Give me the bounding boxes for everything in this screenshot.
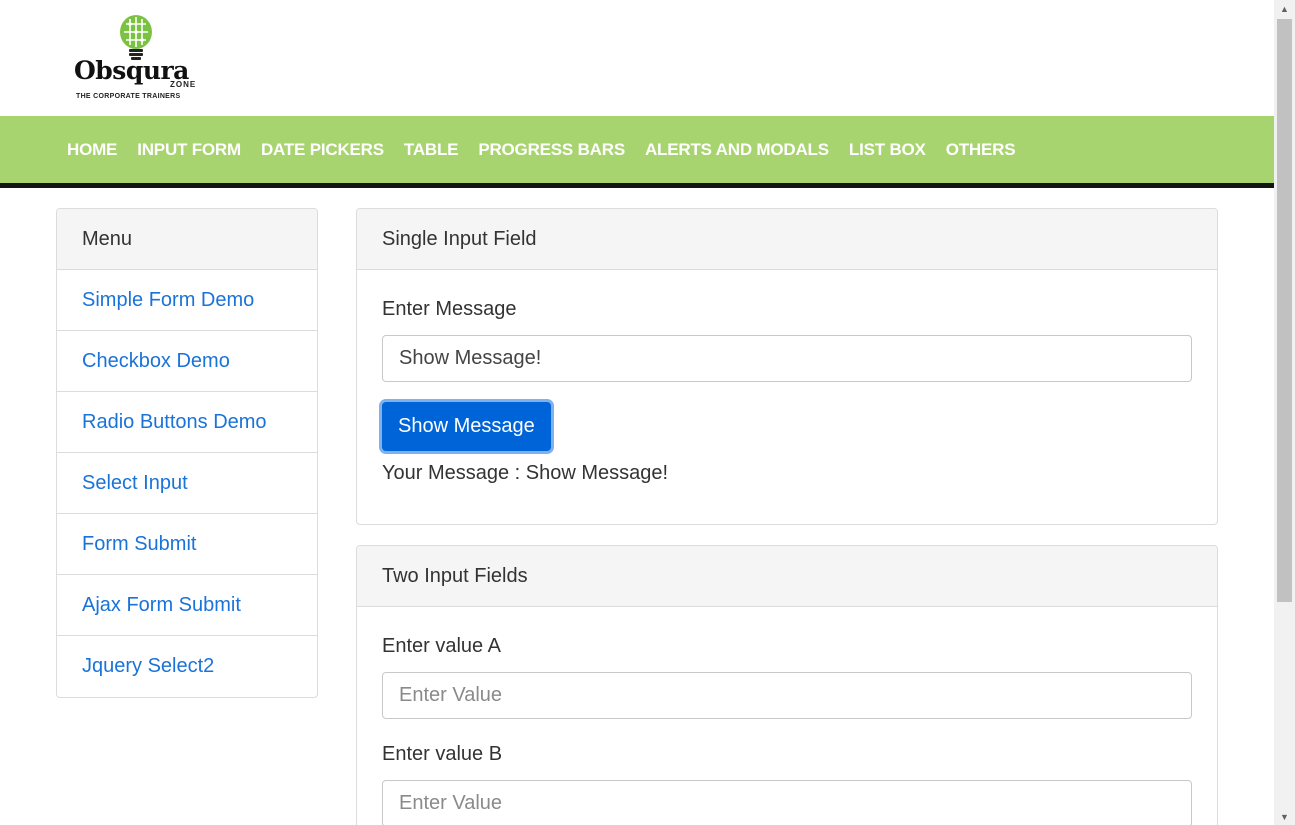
sidebar-item-simple-form-demo[interactable]: Simple Form Demo — [57, 270, 317, 331]
vertical-scrollbar[interactable]: ▲ ▼ — [1274, 0, 1295, 825]
logo-tagline: THE CORPORATE TRAINERS — [76, 93, 181, 100]
nav-date-pickers[interactable]: DATE PICKERS — [251, 140, 394, 160]
value-b-input[interactable] — [382, 780, 1192, 825]
value-a-label: Enter value A — [382, 635, 501, 657]
sidebar-item-radio-buttons-demo[interactable]: Radio Buttons Demo — [57, 392, 317, 453]
value-a-input[interactable] — [382, 672, 1192, 719]
logo-zone: ZONE — [170, 80, 197, 89]
scrollbar-thumb[interactable] — [1277, 19, 1292, 602]
sidebar-item-checkbox-demo[interactable]: Checkbox Demo — [57, 331, 317, 392]
show-message-button[interactable]: Show Message — [382, 402, 551, 451]
nav-list-box[interactable]: LIST BOX — [839, 140, 936, 160]
nav-home[interactable]: HOME — [57, 140, 127, 160]
page: Obsqura ZONE THE CORPORATE TRAINERS HOME… — [0, 0, 1274, 825]
single-input-panel: Single Input Field Enter Message Show Me… — [356, 208, 1218, 525]
main-navbar: HOME INPUT FORM DATE PICKERS TABLE PROGR… — [0, 116, 1274, 188]
sidebar-menu: Menu Simple Form Demo Checkbox Demo Radi… — [56, 208, 318, 698]
message-input[interactable] — [382, 335, 1192, 382]
sidebar-title: Menu — [57, 209, 317, 270]
nav-alerts-and-modals[interactable]: ALERTS AND MODALS — [635, 140, 839, 160]
enter-message-label: Enter Message — [382, 298, 517, 320]
value-b-label: Enter value B — [382, 743, 503, 765]
nav-progress-bars[interactable]: PROGRESS BARS — [468, 140, 635, 160]
sidebar-item-ajax-form-submit[interactable]: Ajax Form Submit — [57, 575, 317, 636]
sidebar-item-form-submit[interactable]: Form Submit — [57, 514, 317, 575]
triangle-up-icon[interactable]: ▲ — [1274, 0, 1295, 17]
two-input-panel-title: Two Input Fields — [357, 546, 1217, 607]
sidebar-item-jquery-select2[interactable]: Jquery Select2 — [57, 636, 317, 697]
header: Obsqura ZONE THE CORPORATE TRAINERS — [0, 0, 1274, 116]
two-input-panel: Two Input Fields Enter value A Enter val… — [356, 545, 1218, 825]
nav-others[interactable]: OTHERS — [936, 140, 1026, 160]
sidebar-item-select-input[interactable]: Select Input — [57, 453, 317, 514]
logo[interactable]: Obsqura ZONE THE CORPORATE TRAINERS — [74, 14, 204, 106]
single-input-panel-title: Single Input Field — [357, 209, 1217, 270]
your-message-output: Your Message : Show Message! — [382, 462, 669, 484]
triangle-down-icon[interactable]: ▼ — [1274, 808, 1295, 825]
lightbulb-brain-icon — [120, 15, 152, 60]
nav-input-form[interactable]: INPUT FORM — [127, 140, 251, 160]
nav-table[interactable]: TABLE — [394, 140, 468, 160]
